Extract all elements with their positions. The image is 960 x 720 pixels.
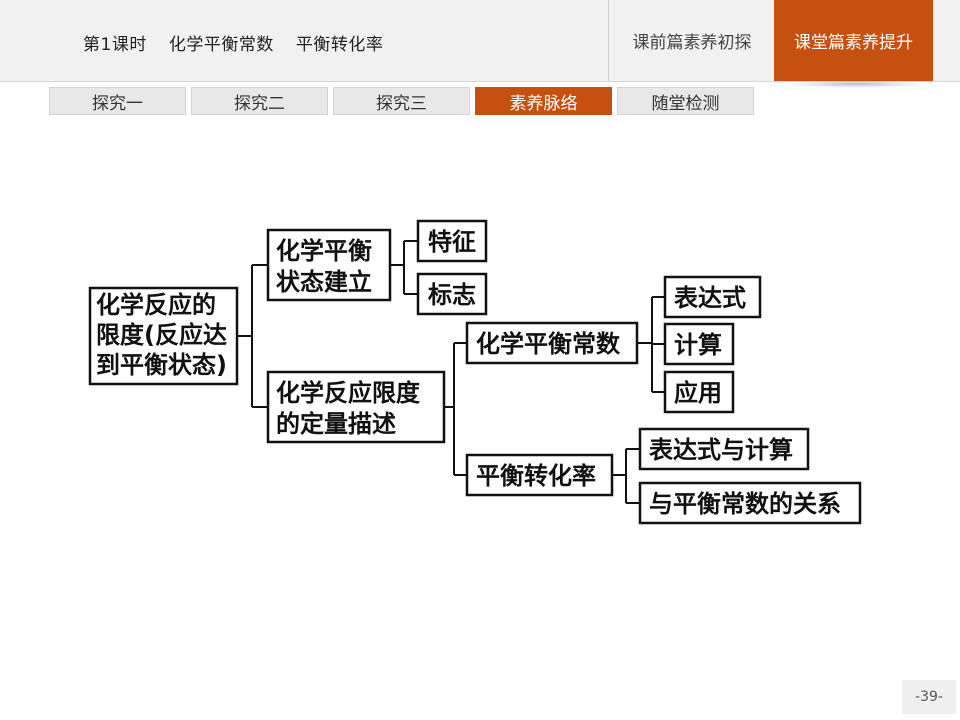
node-equilibrium-line2: 状态建立 [276, 268, 372, 296]
node-expr-calc: 表达式与计算 [649, 436, 793, 464]
node-quantitative-line1: 化学反应限度 [276, 379, 421, 407]
node-root-line3: 到平衡状态) [96, 351, 227, 379]
node-quantitative-line2: 的定量描述 [276, 410, 396, 438]
concept-map: 化学反应的 限度(反应达 到平衡状态) 化学平衡 状态建立 化学反应限度 的定量… [88, 219, 862, 525]
node-sign: 标志 [428, 281, 476, 309]
node-relation: 与平衡常数的关系 [649, 490, 841, 518]
node-expression: 表达式 [674, 284, 746, 312]
node-application: 应用 [674, 379, 722, 407]
page-number: -39- [902, 680, 956, 714]
node-root-line1: 化学反应的 [96, 291, 216, 319]
node-feature: 特征 [428, 228, 476, 256]
node-root-line2: 限度(反应达 [96, 321, 227, 349]
node-constant: 化学平衡常数 [476, 330, 621, 358]
node-conversion: 平衡转化率 [476, 462, 596, 490]
node-equilibrium-line1: 化学平衡 [276, 237, 372, 265]
node-calculation: 计算 [674, 331, 722, 359]
